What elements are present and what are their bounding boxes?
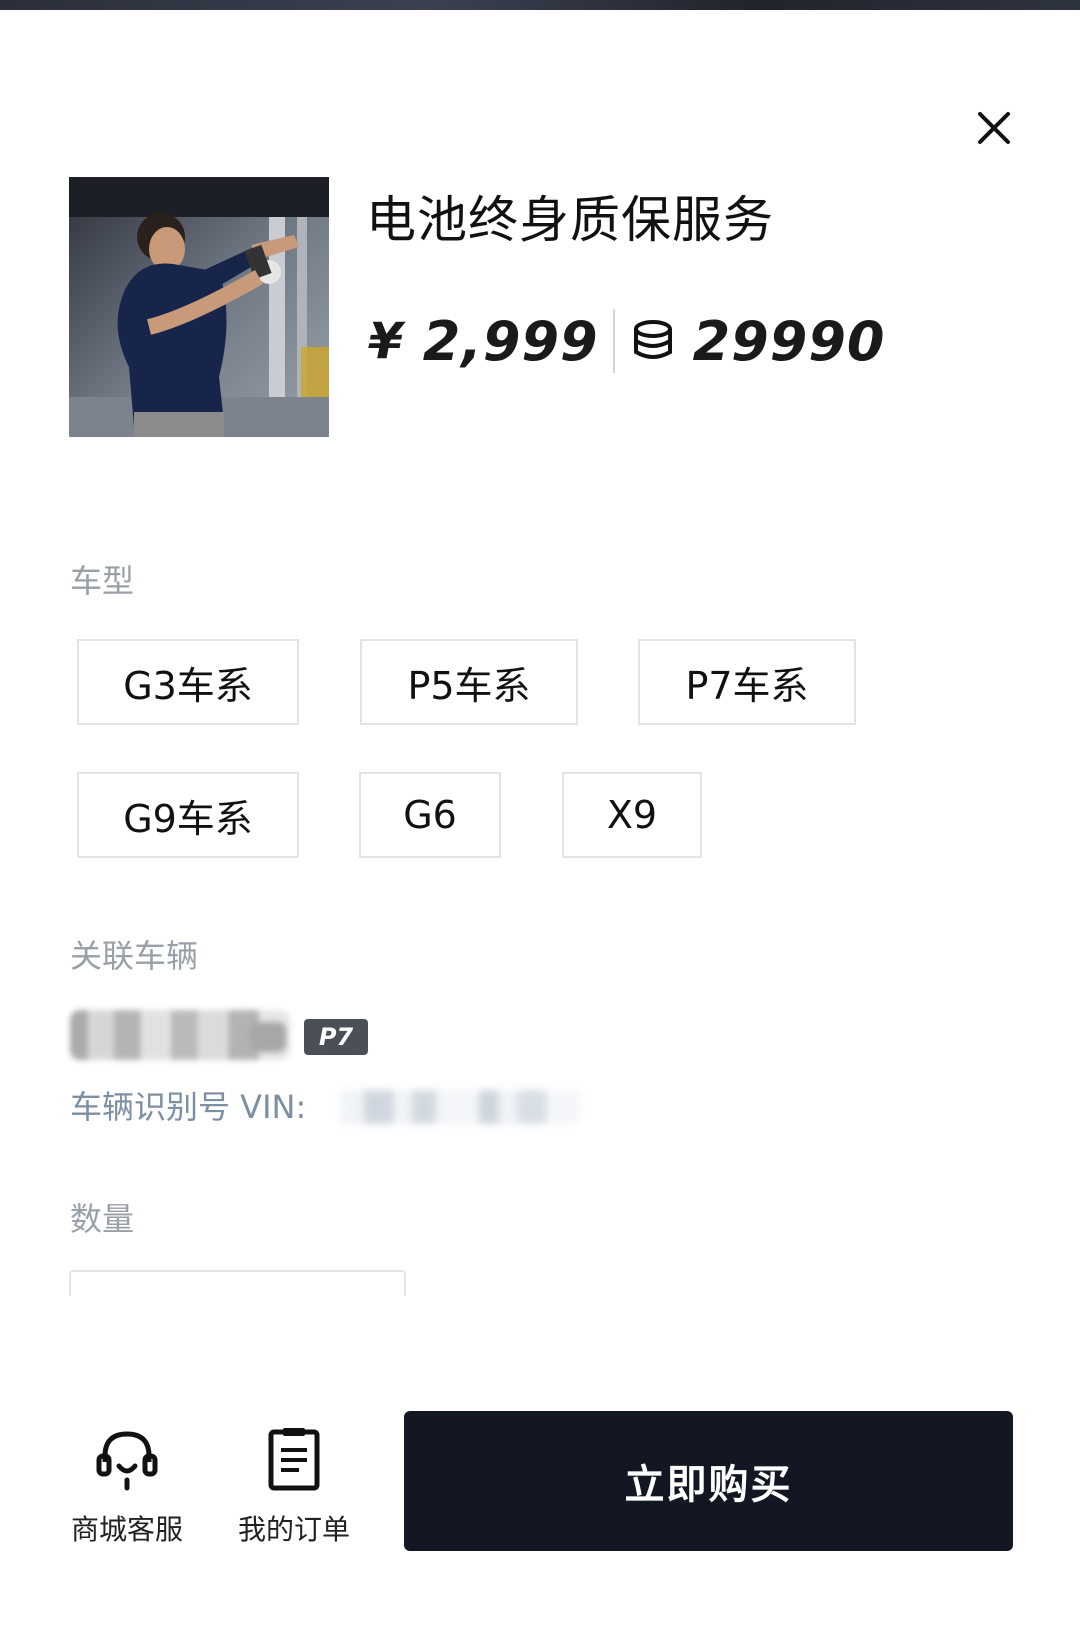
- coin-stack-icon: [633, 320, 672, 359]
- model-option-p7[interactable]: P7车系: [638, 639, 856, 725]
- quantity-stepper[interactable]: [69, 1270, 406, 1296]
- model-section-label: 车型: [70, 562, 135, 600]
- model-option-x9[interactable]: X9: [562, 772, 702, 858]
- price-divider: [612, 309, 615, 373]
- product-image: [69, 177, 329, 437]
- buy-now-button[interactable]: 立即购买: [404, 1411, 1013, 1551]
- my-orders-button[interactable]: 我的订单: [224, 1424, 364, 1548]
- vehicle-model-badge: P7: [304, 1019, 368, 1055]
- headset-icon: [96, 1431, 158, 1491]
- my-orders-label: 我的订单: [237, 1513, 350, 1546]
- vin-value-redacted: [340, 1090, 580, 1124]
- close-icon[interactable]: [970, 104, 1018, 152]
- vehicle-section-label: 关联车辆: [70, 937, 199, 975]
- vehicle-name-redacted-tail: [250, 1022, 286, 1052]
- product-title: 电池终身质保服务: [366, 191, 774, 249]
- price-row: ¥ 2,999 29990: [368, 306, 885, 376]
- top-strip: [0, 0, 1080, 10]
- model-option-g6[interactable]: G6: [359, 772, 501, 858]
- model-option-g3[interactable]: G3车系: [77, 639, 299, 725]
- model-option-p5[interactable]: P5车系: [360, 639, 578, 725]
- customer-service-label: 商城客服: [70, 1513, 183, 1546]
- customer-service-button[interactable]: 商城客服: [57, 1424, 197, 1548]
- clipboard-icon: [268, 1428, 320, 1491]
- currency-symbol: ¥: [368, 312, 403, 370]
- price-value: 2,999: [422, 309, 599, 373]
- quantity-section-label: 数量: [70, 1200, 135, 1238]
- vin-label: 车辆识别号 VIN:: [70, 1088, 307, 1126]
- model-option-g9[interactable]: G9车系: [77, 772, 299, 858]
- points-value: 29990: [692, 309, 886, 373]
